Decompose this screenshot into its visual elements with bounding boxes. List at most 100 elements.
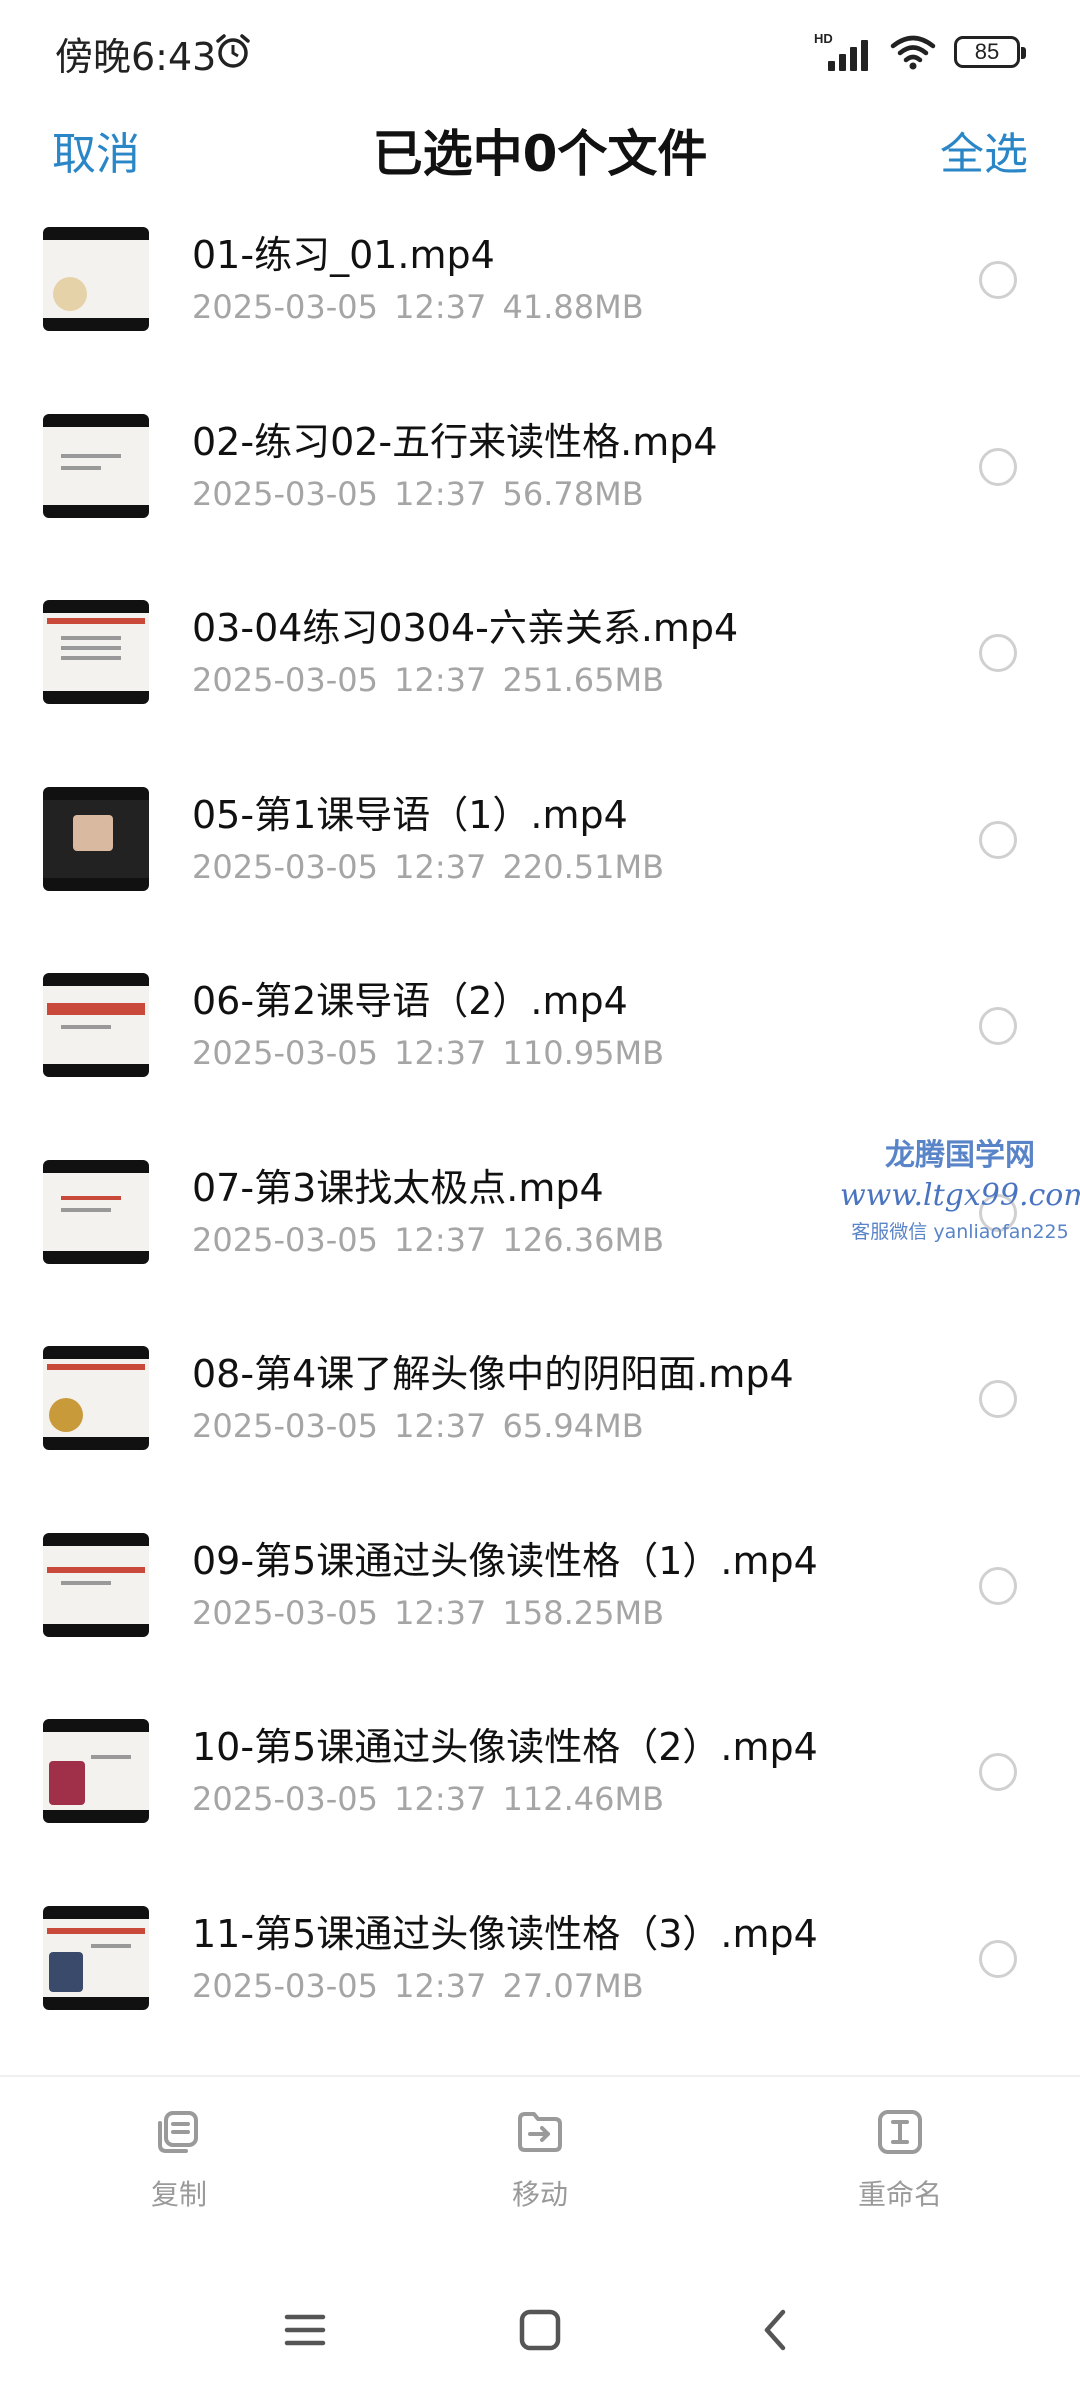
select-checkbox[interactable] bbox=[979, 1566, 1017, 1605]
video-thumbnail bbox=[43, 1159, 149, 1264]
file-meta: 2025-03-05 12:37 65.94MB bbox=[192, 1407, 644, 1445]
select-checkbox[interactable] bbox=[979, 261, 1017, 299]
status-bar: 傍晚6:43 HD 85 bbox=[0, 0, 1080, 100]
select-checkbox[interactable] bbox=[979, 1380, 1017, 1418]
file-meta: 2025-03-05 12:37 220.51MB bbox=[192, 848, 664, 886]
file-time: 12:37 bbox=[394, 288, 487, 326]
battery-level: 85 bbox=[974, 39, 1000, 64]
system-nav-bar bbox=[0, 2260, 1080, 2400]
file-date: 2025-03-05 bbox=[192, 1966, 378, 2005]
file-name: 05-第1课导语（1）.mp4 bbox=[192, 792, 628, 837]
video-thumbnail bbox=[43, 973, 149, 1077]
file-date: 2025-03-05 bbox=[192, 847, 378, 886]
cellular-signal-icon: HD bbox=[814, 31, 872, 73]
select-checkbox[interactable] bbox=[979, 447, 1017, 486]
video-thumbnail bbox=[43, 413, 149, 518]
select-all-button[interactable]: 全选 bbox=[940, 118, 1028, 182]
video-thumbnail bbox=[43, 1346, 149, 1450]
file-size: 251.65MB bbox=[502, 661, 665, 699]
video-thumbnail bbox=[43, 786, 149, 891]
file-name: 10-第5课通过头像读性格（2）.mp4 bbox=[192, 1725, 818, 1769]
move-label: 移动 bbox=[511, 2178, 568, 2211]
select-checkbox[interactable] bbox=[979, 820, 1017, 859]
status-indicators: HD 85 bbox=[814, 30, 1026, 74]
watermark-contact: 客服微信 yanliaofan225 bbox=[851, 1221, 1069, 1243]
file-date: 2025-03-05 bbox=[192, 1593, 378, 1632]
file-name: 02-练习02-五行来读性格.mp4 bbox=[192, 419, 718, 464]
file-list-item[interactable]: 05-第1课导语（1）.mp4 2025-03-05 12:37 220.51M… bbox=[0, 770, 1080, 957]
file-time: 12:37 bbox=[394, 661, 487, 699]
file-size: 220.51MB bbox=[502, 847, 665, 886]
file-size: 56.78MB bbox=[502, 474, 644, 513]
file-time: 12:37 bbox=[394, 1220, 487, 1259]
video-thumbnail bbox=[43, 227, 149, 331]
copy-button[interactable]: 复制 bbox=[79, 2107, 279, 2213]
alarm-clock-icon bbox=[216, 34, 250, 68]
file-size: 110.95MB bbox=[502, 1034, 665, 1072]
select-checkbox[interactable] bbox=[979, 1007, 1017, 1045]
file-time: 12:37 bbox=[394, 1034, 487, 1072]
wifi-icon bbox=[890, 35, 936, 70]
file-meta: 2025-03-05 12:37 158.25MB bbox=[192, 1594, 664, 1632]
file-list-item[interactable]: 02-练习02-五行来读性格.mp4 2025-03-05 12:37 56.7… bbox=[0, 397, 1080, 584]
file-list-item[interactable]: 03-04练习0304-六亲关系.mp4 2025-03-05 12:37 25… bbox=[0, 583, 1080, 770]
file-size: 65.94MB bbox=[502, 1407, 644, 1445]
file-time: 12:37 bbox=[394, 1593, 487, 1632]
select-checkbox[interactable] bbox=[979, 1753, 1017, 1791]
file-date: 2025-03-05 bbox=[192, 474, 378, 513]
file-size: 112.46MB bbox=[502, 1780, 665, 1818]
battery-icon: 85 bbox=[954, 36, 1026, 68]
video-thumbnail bbox=[43, 1719, 149, 1823]
file-name: 06-第2课导语（2）.mp4 bbox=[192, 979, 628, 1023]
file-name: 08-第4课了解头像中的阴阳面.mp4 bbox=[192, 1352, 794, 1396]
file-meta: 2025-03-05 12:37 110.95MB bbox=[192, 1034, 664, 1072]
copy-icon bbox=[158, 2111, 198, 2153]
rename-icon bbox=[878, 2110, 922, 2154]
file-list-item[interactable]: 11-第5课通过头像读性格（3）.mp4 2025-03-05 12:37 27… bbox=[0, 1889, 1080, 2076]
page-title: 已选中0个文件 bbox=[372, 125, 708, 183]
file-list-item[interactable]: 08-第4课了解头像中的阴阳面.mp4 2025-03-05 12:37 65.… bbox=[0, 1329, 1080, 1516]
file-name: 07-第3课找太极点.mp4 bbox=[192, 1165, 604, 1210]
watermark-url: www.ltgx99.com bbox=[840, 1178, 1080, 1213]
file-date: 2025-03-05 bbox=[192, 1407, 378, 1445]
file-time: 12:37 bbox=[394, 847, 487, 886]
file-name: 01-练习_01.mp4 bbox=[192, 233, 495, 277]
select-checkbox[interactable] bbox=[979, 634, 1017, 672]
file-meta: 2025-03-05 12:37 112.46MB bbox=[192, 1780, 664, 1818]
file-meta: 2025-03-05 12:37 56.78MB bbox=[192, 475, 644, 513]
file-time: 12:37 bbox=[394, 1780, 487, 1818]
watermark: 龙腾国学网 www.ltgx99.com 客服微信 yanliaofan225 bbox=[840, 1130, 1080, 1244]
file-meta: 2025-03-05 12:37 251.65MB bbox=[192, 661, 664, 699]
video-thumbnail bbox=[43, 1905, 149, 2010]
back-icon[interactable] bbox=[745, 2300, 805, 2360]
selection-header: 取消 已选中0个文件 全选 bbox=[0, 100, 1080, 210]
file-size: 158.25MB bbox=[502, 1593, 665, 1632]
home-icon[interactable] bbox=[510, 2300, 570, 2360]
file-date: 2025-03-05 bbox=[192, 1780, 378, 1818]
file-time: 12:37 bbox=[394, 474, 487, 513]
file-time: 12:37 bbox=[394, 1966, 487, 2005]
file-list-item[interactable]: 01-练习_01.mp4 2025-03-05 12:37 41.88MB bbox=[0, 210, 1080, 397]
menu-icon[interactable] bbox=[275, 2300, 335, 2360]
file-list-item[interactable]: 06-第2课导语（2）.mp4 2025-03-05 12:37 110.95M… bbox=[0, 956, 1080, 1143]
file-date: 2025-03-05 bbox=[192, 288, 378, 326]
file-size: 126.36MB bbox=[502, 1220, 665, 1259]
rename-button[interactable]: 重命名 bbox=[800, 2107, 1000, 2213]
move-icon bbox=[518, 2112, 562, 2152]
action-bar: 复制 移动 重命名 bbox=[0, 2075, 1080, 2262]
file-time: 12:37 bbox=[394, 1407, 487, 1445]
file-name: 11-第5课通过头像读性格（3）.mp4 bbox=[192, 1911, 818, 1956]
move-button[interactable]: 移动 bbox=[440, 2107, 640, 2213]
file-date: 2025-03-05 bbox=[192, 1220, 378, 1259]
file-size: 27.07MB bbox=[502, 1966, 644, 2005]
file-list-item[interactable]: 10-第5课通过头像读性格（2）.mp4 2025-03-05 12:37 11… bbox=[0, 1702, 1080, 1889]
file-date: 2025-03-05 bbox=[192, 661, 378, 699]
file-name: 09-第5课通过头像读性格（1）.mp4 bbox=[192, 1538, 818, 1583]
file-meta: 2025-03-05 12:37 126.36MB bbox=[192, 1221, 664, 1259]
video-thumbnail bbox=[43, 1532, 149, 1637]
status-time: 傍晚6:43 bbox=[55, 35, 217, 79]
copy-label: 复制 bbox=[150, 2178, 207, 2211]
file-list-item[interactable]: 09-第5课通过头像读性格（1）.mp4 2025-03-05 12:37 15… bbox=[0, 1516, 1080, 1703]
rename-label: 重命名 bbox=[857, 2178, 942, 2211]
select-checkbox[interactable] bbox=[979, 1939, 1017, 1978]
